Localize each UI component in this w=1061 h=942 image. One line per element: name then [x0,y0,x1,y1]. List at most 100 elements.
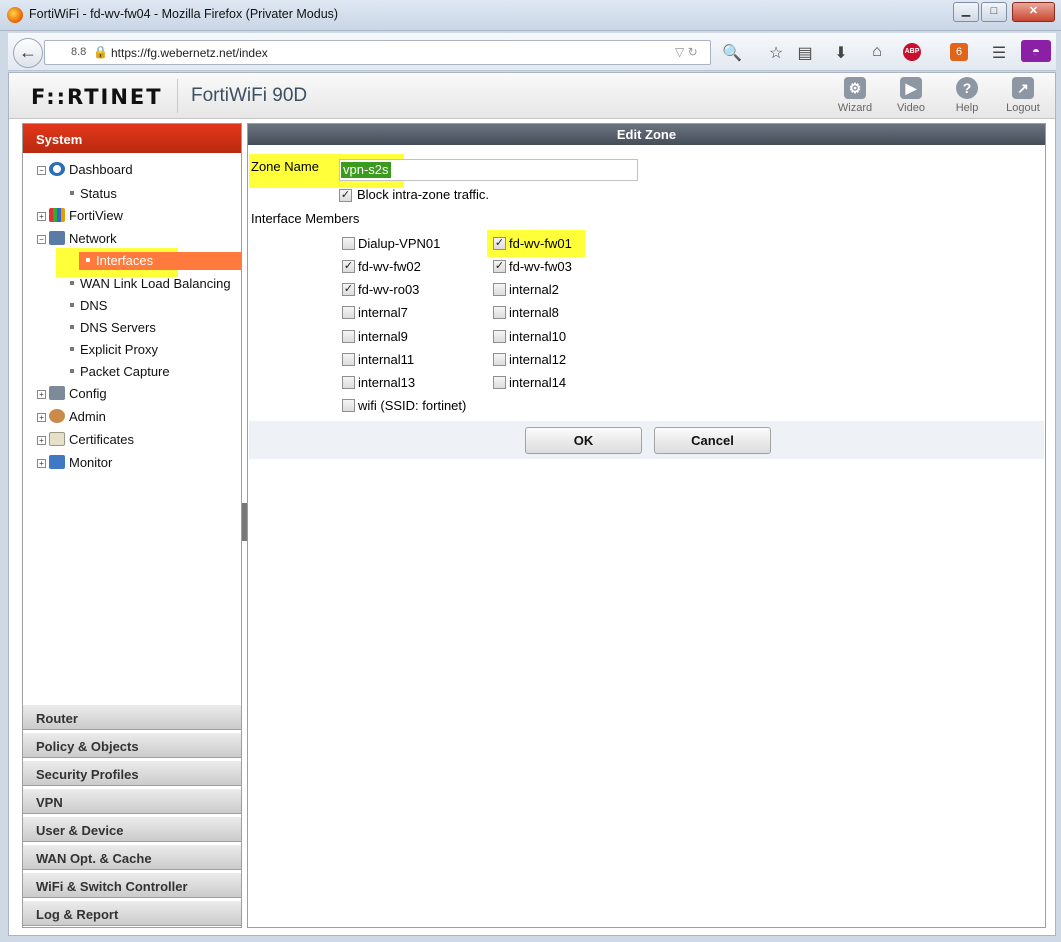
member-label-fd-wv-ro03: fd-wv-ro03 [358,282,420,297]
adblock-icon[interactable]: ABP [903,43,921,61]
tree-item-dns-servers[interactable]: DNS Servers [70,320,156,335]
search-icon[interactable]: 🔍 [721,43,743,63]
close-button[interactable]: ✕ [1012,2,1055,22]
certificate-icon [49,432,65,446]
expand-icon[interactable]: + [37,436,46,445]
tree-item-dashboard[interactable]: − Dashboard [37,162,133,177]
maximize-button[interactable]: □ [981,2,1007,22]
zone-name-input[interactable]: vpn-s2s [339,159,638,181]
button-bar [249,421,1044,459]
sidebar-section-wan-opt-cache[interactable]: WAN Opt. & Cache [23,844,241,870]
fortinet-logo: F::RTINET [31,85,163,109]
member-checkbox-internal8[interactable] [493,306,506,319]
collapse-icon[interactable]: − [37,235,46,244]
sidebar-section-policy-objects[interactable]: Policy & Objects [23,732,241,758]
member-checkbox-fd-wv-fw02[interactable]: ✓ [342,260,355,273]
dashboard-icon [49,162,65,176]
sidebar-section-security-profiles[interactable]: Security Profiles [23,760,241,786]
tree-item-explicit-proxy[interactable]: Explicit Proxy [70,342,158,357]
member-checkbox-dialup-vpn01[interactable] [342,237,355,250]
tree-item-interfaces[interactable]: Interfaces [79,252,241,270]
reload-icon[interactable]: ▽ ↻ [675,45,698,59]
zoom-indicator: 8.8 [71,46,87,58]
block-intra-zone-checkbox[interactable]: ✓ [339,189,352,202]
logout-icon: ↗ [1012,77,1034,99]
help-icon: ? [956,77,978,99]
addon-badge-icon[interactable]: 6 [950,43,968,61]
fortigate-header: F::RTINET FortiWiFi 90D ⚙ Wizard ▶ Video ?… [9,73,1055,119]
sidebar-section-router[interactable]: Router [23,704,241,730]
window-titlebar: FortiWiFi - fd-wv-fw04 - Mozilla Firefox… [0,0,1061,31]
expand-icon[interactable]: + [37,390,46,399]
sidebar-section-system[interactable]: System [23,124,241,153]
member-checkbox-fd-wv-fw03[interactable]: ✓ [493,260,506,273]
back-button[interactable]: ← [13,38,43,68]
member-label-internal7: internal7 [358,305,408,320]
member-checkbox-internal11[interactable] [342,353,355,366]
member-label-internal12: internal12 [509,352,567,367]
help-button[interactable]: ? Help [942,77,992,114]
sidebar-section-log-report[interactable]: Log & Report [23,900,241,926]
sidebar-section-vpn[interactable]: VPN [23,788,241,814]
member-checkbox-internal10[interactable] [493,330,506,343]
edit-zone-title: Edit Zone [248,124,1045,145]
firefox-logo-icon [7,7,23,23]
sidebar-section-user-device[interactable]: User & Device [23,816,241,842]
network-icon [49,231,65,245]
menu-icon[interactable]: ☰ [988,43,1010,63]
header-divider [177,79,178,113]
sidebar-section-wifi-switch-controller[interactable]: WiFi & Switch Controller [23,872,241,898]
ok-button[interactable]: OK [525,427,642,454]
expand-icon[interactable]: + [37,459,46,468]
tree-item-wan-link-load-balancing[interactable]: WAN Link Load Balancing [70,276,231,291]
logout-button[interactable]: ↗ Logout [998,77,1048,114]
url-bar[interactable]: 8.8 🔒 https://fg.webernetz.net/index ▽ ↻ [44,40,711,65]
tree-item-monitor[interactable]: + Monitor [37,455,112,470]
expand-icon[interactable]: + [37,212,46,221]
member-checkbox-internal2[interactable] [493,283,506,296]
member-label-internal10: internal10 [509,329,567,344]
member-label-wifi: wifi (SSID: fortinet) [358,398,467,413]
fortiview-icon [49,208,65,222]
member-checkbox-fd-wv-ro03[interactable]: ✓ [342,283,355,296]
member-checkbox-internal7[interactable] [342,306,355,319]
tree-item-fortiview[interactable]: + FortiView [37,208,123,223]
home-icon[interactable]: ⌂ [866,43,888,61]
sidebar: System − Dashboard Status + FortiView − Net… [22,123,242,928]
tree-item-status[interactable]: Status [70,186,117,201]
bookmark-star-icon[interactable]: ☆ [765,43,787,63]
member-checkbox-wifi[interactable] [342,399,355,412]
tree-item-admin[interactable]: + Admin [37,409,106,424]
admin-icon [49,409,65,423]
member-checkbox-internal9[interactable] [342,330,355,343]
tree-item-network[interactable]: − Network [37,231,117,246]
device-model: FortiWiFi 90D [191,85,308,106]
tree-item-config[interactable]: + Config [37,386,107,401]
collapse-icon[interactable]: − [37,166,46,175]
lock-icon: 🔒 [93,45,108,59]
member-label-internal2: internal2 [509,282,559,297]
url-text[interactable]: https://fg.webernetz.net/index [111,46,268,60]
tree-item-packet-capture[interactable]: Packet Capture [70,364,170,379]
member-checkbox-internal14[interactable] [493,376,506,389]
video-icon: ▶ [900,77,922,99]
zone-name-label: Zone Name [251,159,319,174]
video-button[interactable]: ▶ Video [886,77,936,114]
member-checkbox-fd-wv-fw01[interactable]: ✓ [493,237,506,250]
tree-item-dns[interactable]: DNS [70,298,107,313]
interface-members-label: Interface Members [251,211,360,226]
wizard-button[interactable]: ⚙ Wizard [830,77,880,114]
member-label-fd-wv-fw02: fd-wv-fw02 [358,259,421,274]
member-label-fd-wv-fw03: fd-wv-fw03 [509,259,572,274]
member-label-fd-wv-fw01: fd-wv-fw01 [509,236,572,251]
expand-icon[interactable]: + [37,413,46,422]
edit-zone-panel: Edit Zone Zone Name vpn-s2s ✓ Block intr… [247,123,1046,928]
cancel-button[interactable]: Cancel [654,427,771,454]
zone-name-value: vpn-s2s [341,162,391,178]
member-checkbox-internal12[interactable] [493,353,506,366]
minimize-button[interactable]: ▁ [953,2,979,22]
bookmarks-list-icon[interactable]: ▤ [794,43,816,63]
member-checkbox-internal13[interactable] [342,376,355,389]
tree-item-certificates[interactable]: + Certificates [37,432,134,447]
download-icon[interactable]: ⬇ [830,43,852,63]
